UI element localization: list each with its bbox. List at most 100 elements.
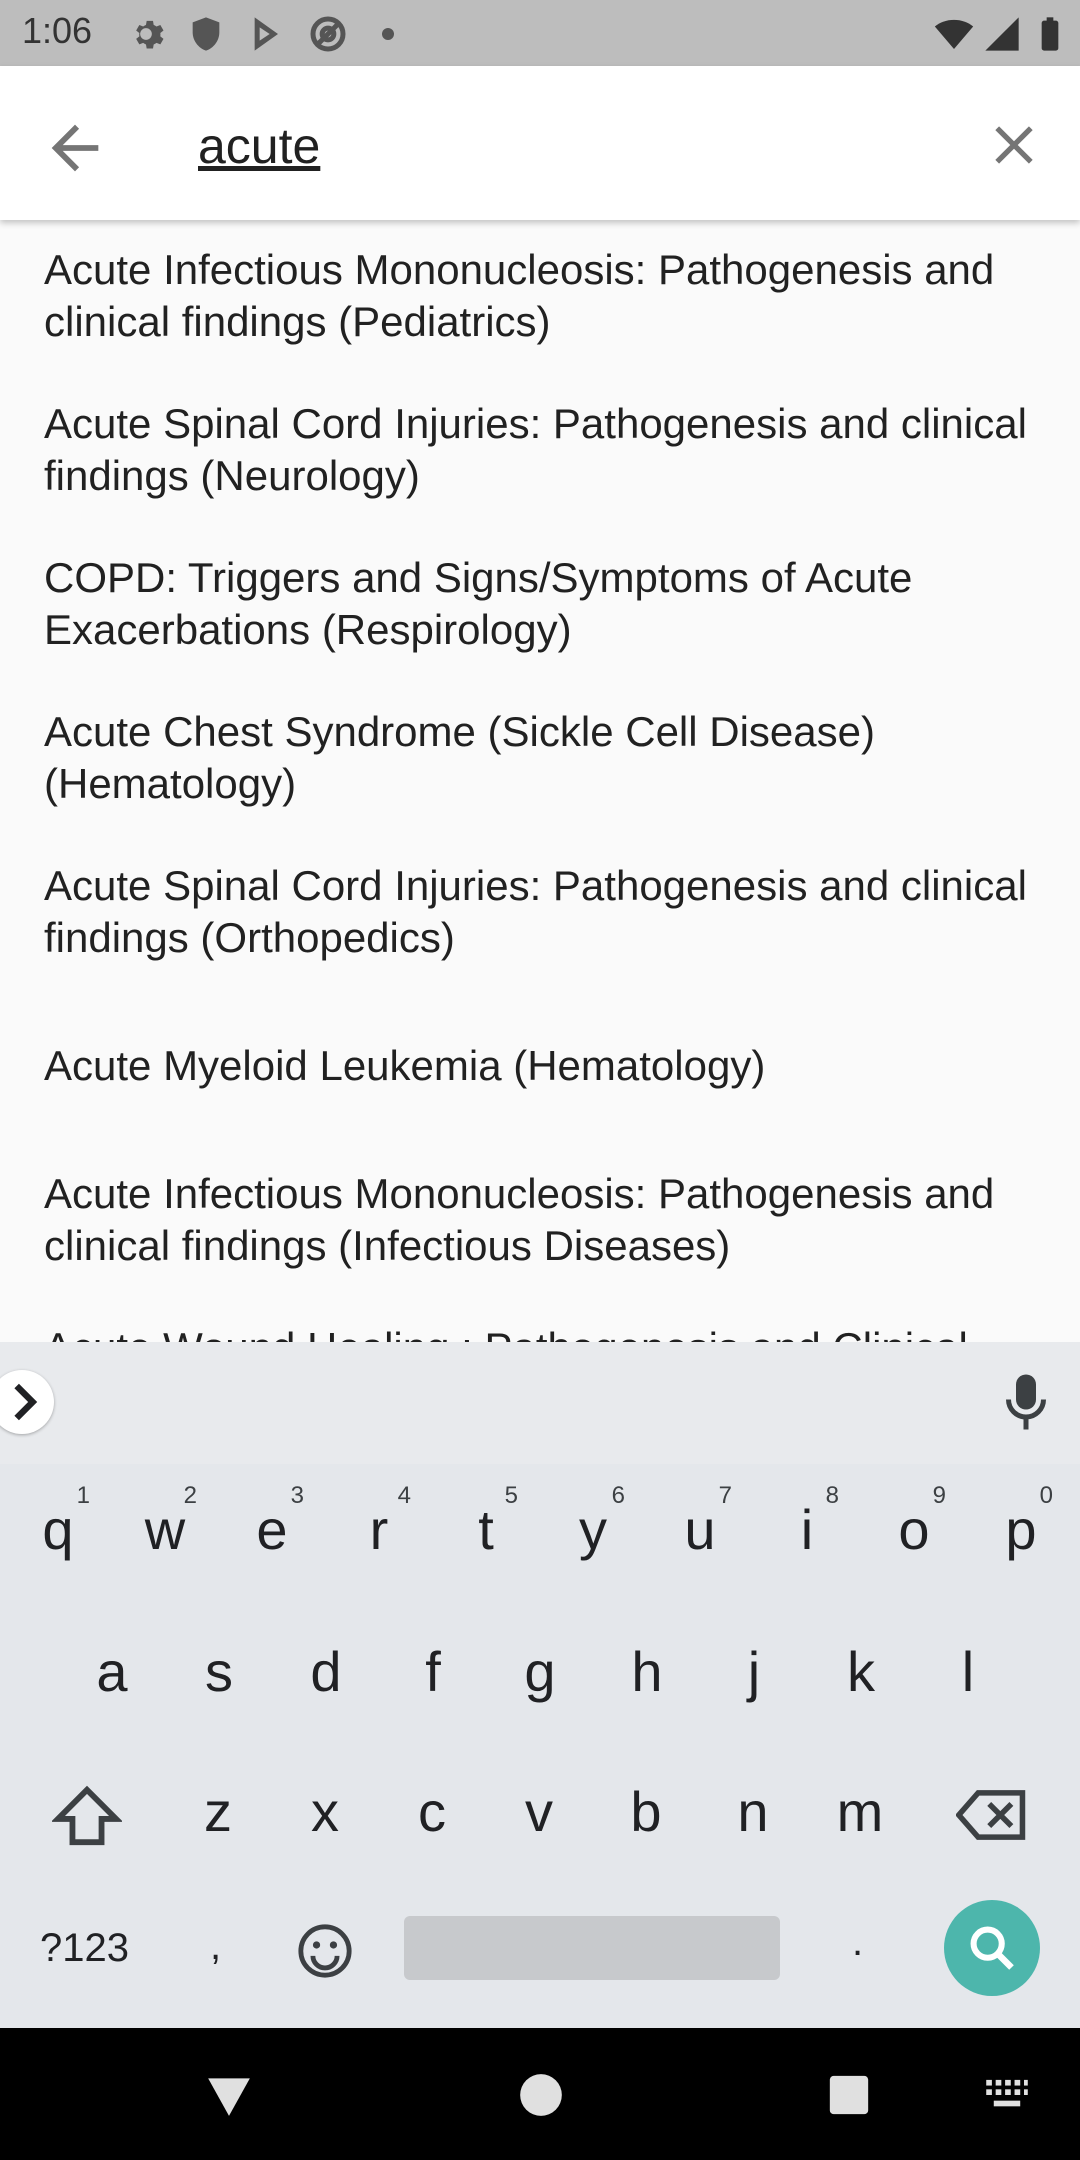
- result-item[interactable]: Acute Infectious Mononucleosis: Pathogen…: [44, 1168, 1034, 1272]
- shield-icon: [186, 14, 226, 54]
- key-number-hint: 7: [718, 1482, 732, 1509]
- key-label: d: [310, 1640, 342, 1703]
- key-a[interactable]: a: [60, 1612, 164, 1732]
- result-item[interactable]: Acute Chest Syndrome (Sickle Cell Diseas…: [44, 706, 1034, 810]
- key-label: k: [847, 1640, 875, 1703]
- key-e[interactable]: e3: [220, 1470, 324, 1590]
- key-w[interactable]: w2: [113, 1470, 217, 1590]
- key-n[interactable]: n: [701, 1752, 805, 1872]
- key-t[interactable]: t5: [434, 1470, 538, 1590]
- key-label: g: [524, 1640, 556, 1703]
- key-m[interactable]: m: [808, 1752, 912, 1872]
- symbols-key[interactable]: ?123: [40, 1926, 129, 1971]
- key-label: i: [800, 1498, 814, 1561]
- comma-key[interactable]: ,: [210, 1924, 221, 1969]
- key-label: b: [630, 1780, 662, 1843]
- key-number-hint: 4: [397, 1482, 411, 1509]
- key-label: r: [369, 1498, 389, 1561]
- key-label: m: [836, 1780, 884, 1843]
- key-d[interactable]: d: [274, 1612, 378, 1732]
- backspace-icon[interactable]: [955, 1786, 1028, 1844]
- shift-icon[interactable]: [50, 1784, 124, 1848]
- dot-icon: [376, 22, 400, 46]
- mic-icon[interactable]: [1004, 1372, 1048, 1432]
- key-number-hint: 0: [1039, 1482, 1053, 1509]
- key-f[interactable]: f: [381, 1612, 485, 1732]
- key-c[interactable]: c: [380, 1752, 484, 1872]
- key-number-hint: 2: [183, 1482, 197, 1509]
- status-bar: 1:06: [0, 0, 1080, 66]
- key-label: w: [144, 1498, 186, 1561]
- key-label: j: [747, 1640, 761, 1703]
- key-p[interactable]: p0: [969, 1470, 1073, 1590]
- back-triangle-icon[interactable]: [204, 2070, 254, 2120]
- key-h[interactable]: h: [595, 1612, 699, 1732]
- key-r[interactable]: r4: [327, 1470, 431, 1590]
- key-z[interactable]: z: [166, 1752, 270, 1872]
- recents-square-icon[interactable]: [826, 2072, 872, 2118]
- space-key[interactable]: [404, 1916, 780, 1980]
- play-store-icon: [248, 14, 288, 54]
- result-item[interactable]: COPD: Triggers and Signs/Symptoms of Acu…: [44, 552, 1034, 656]
- key-label: t: [478, 1498, 494, 1561]
- key-k[interactable]: k: [809, 1612, 913, 1732]
- key-label: u: [684, 1498, 716, 1561]
- search-key[interactable]: [944, 1900, 1040, 1996]
- key-v[interactable]: v: [487, 1752, 591, 1872]
- result-item[interactable]: Acute Myeloid Leukemia (Hematology): [44, 1040, 1034, 1092]
- key-label: a: [96, 1640, 128, 1703]
- key-label: n: [737, 1780, 769, 1843]
- key-number-hint: 1: [76, 1482, 90, 1509]
- key-number-hint: 3: [290, 1482, 304, 1509]
- keyboard-switch-icon[interactable]: [984, 2078, 1030, 2112]
- key-label: v: [525, 1780, 553, 1843]
- key-j[interactable]: j: [702, 1612, 806, 1732]
- key-s[interactable]: s: [167, 1612, 271, 1732]
- wifi-icon: [934, 14, 974, 54]
- chevron-right-icon[interactable]: [0, 1370, 54, 1434]
- key-label: f: [425, 1640, 441, 1703]
- key-number-hint: 5: [504, 1482, 518, 1509]
- key-q[interactable]: q1: [6, 1470, 110, 1590]
- key-x[interactable]: x: [273, 1752, 377, 1872]
- key-g[interactable]: g: [488, 1612, 592, 1732]
- emoji-icon[interactable]: [296, 1922, 354, 1980]
- result-item[interactable]: Acute Spinal Cord Injuries: Pathogenesis…: [44, 860, 1034, 964]
- key-label: y: [579, 1498, 607, 1561]
- at-sign-icon: [308, 14, 348, 54]
- key-o[interactable]: o9: [862, 1470, 966, 1590]
- search-icon: [966, 1922, 1018, 1974]
- period-key[interactable]: .: [852, 1920, 863, 1965]
- result-item[interactable]: Acute Infectious Mononucleosis: Pathogen…: [44, 244, 1034, 348]
- key-label: o: [898, 1498, 930, 1561]
- key-label: x: [311, 1780, 339, 1843]
- system-nav-bar: [0, 2028, 1080, 2160]
- key-u[interactable]: u7: [648, 1470, 752, 1590]
- keyboard-suggestion-strip: [0, 1342, 1080, 1464]
- key-label: q: [42, 1498, 74, 1561]
- search-results-list: Acute Infectious Mononucleosis: Pathogen…: [0, 220, 1080, 1342]
- key-label: l: [961, 1640, 975, 1703]
- home-circle-icon[interactable]: [516, 2070, 566, 2120]
- key-label: p: [1005, 1498, 1037, 1561]
- arrow-back-icon[interactable]: [40, 113, 110, 183]
- key-number-hint: 9: [932, 1482, 946, 1509]
- key-label: e: [256, 1498, 288, 1561]
- battery-icon: [1030, 14, 1070, 54]
- search-input[interactable]: [198, 106, 958, 186]
- close-icon[interactable]: [982, 113, 1046, 177]
- key-label: s: [205, 1640, 233, 1703]
- key-number-hint: 8: [825, 1482, 839, 1509]
- status-time: 1:06: [22, 10, 93, 51]
- key-i[interactable]: i8: [755, 1470, 859, 1590]
- result-item[interactable]: Acute Wound Healing : Pathogenesis and C…: [44, 1322, 1034, 1342]
- key-number-hint: 6: [611, 1482, 625, 1509]
- cell-signal-icon: [982, 14, 1022, 54]
- key-b[interactable]: b: [594, 1752, 698, 1872]
- key-l[interactable]: l: [916, 1612, 1020, 1732]
- key-label: z: [204, 1780, 232, 1843]
- key-y[interactable]: y6: [541, 1470, 645, 1590]
- gear-icon: [126, 14, 166, 54]
- result-item[interactable]: Acute Spinal Cord Injuries: Pathogenesis…: [44, 398, 1034, 502]
- key-label: c: [418, 1780, 446, 1843]
